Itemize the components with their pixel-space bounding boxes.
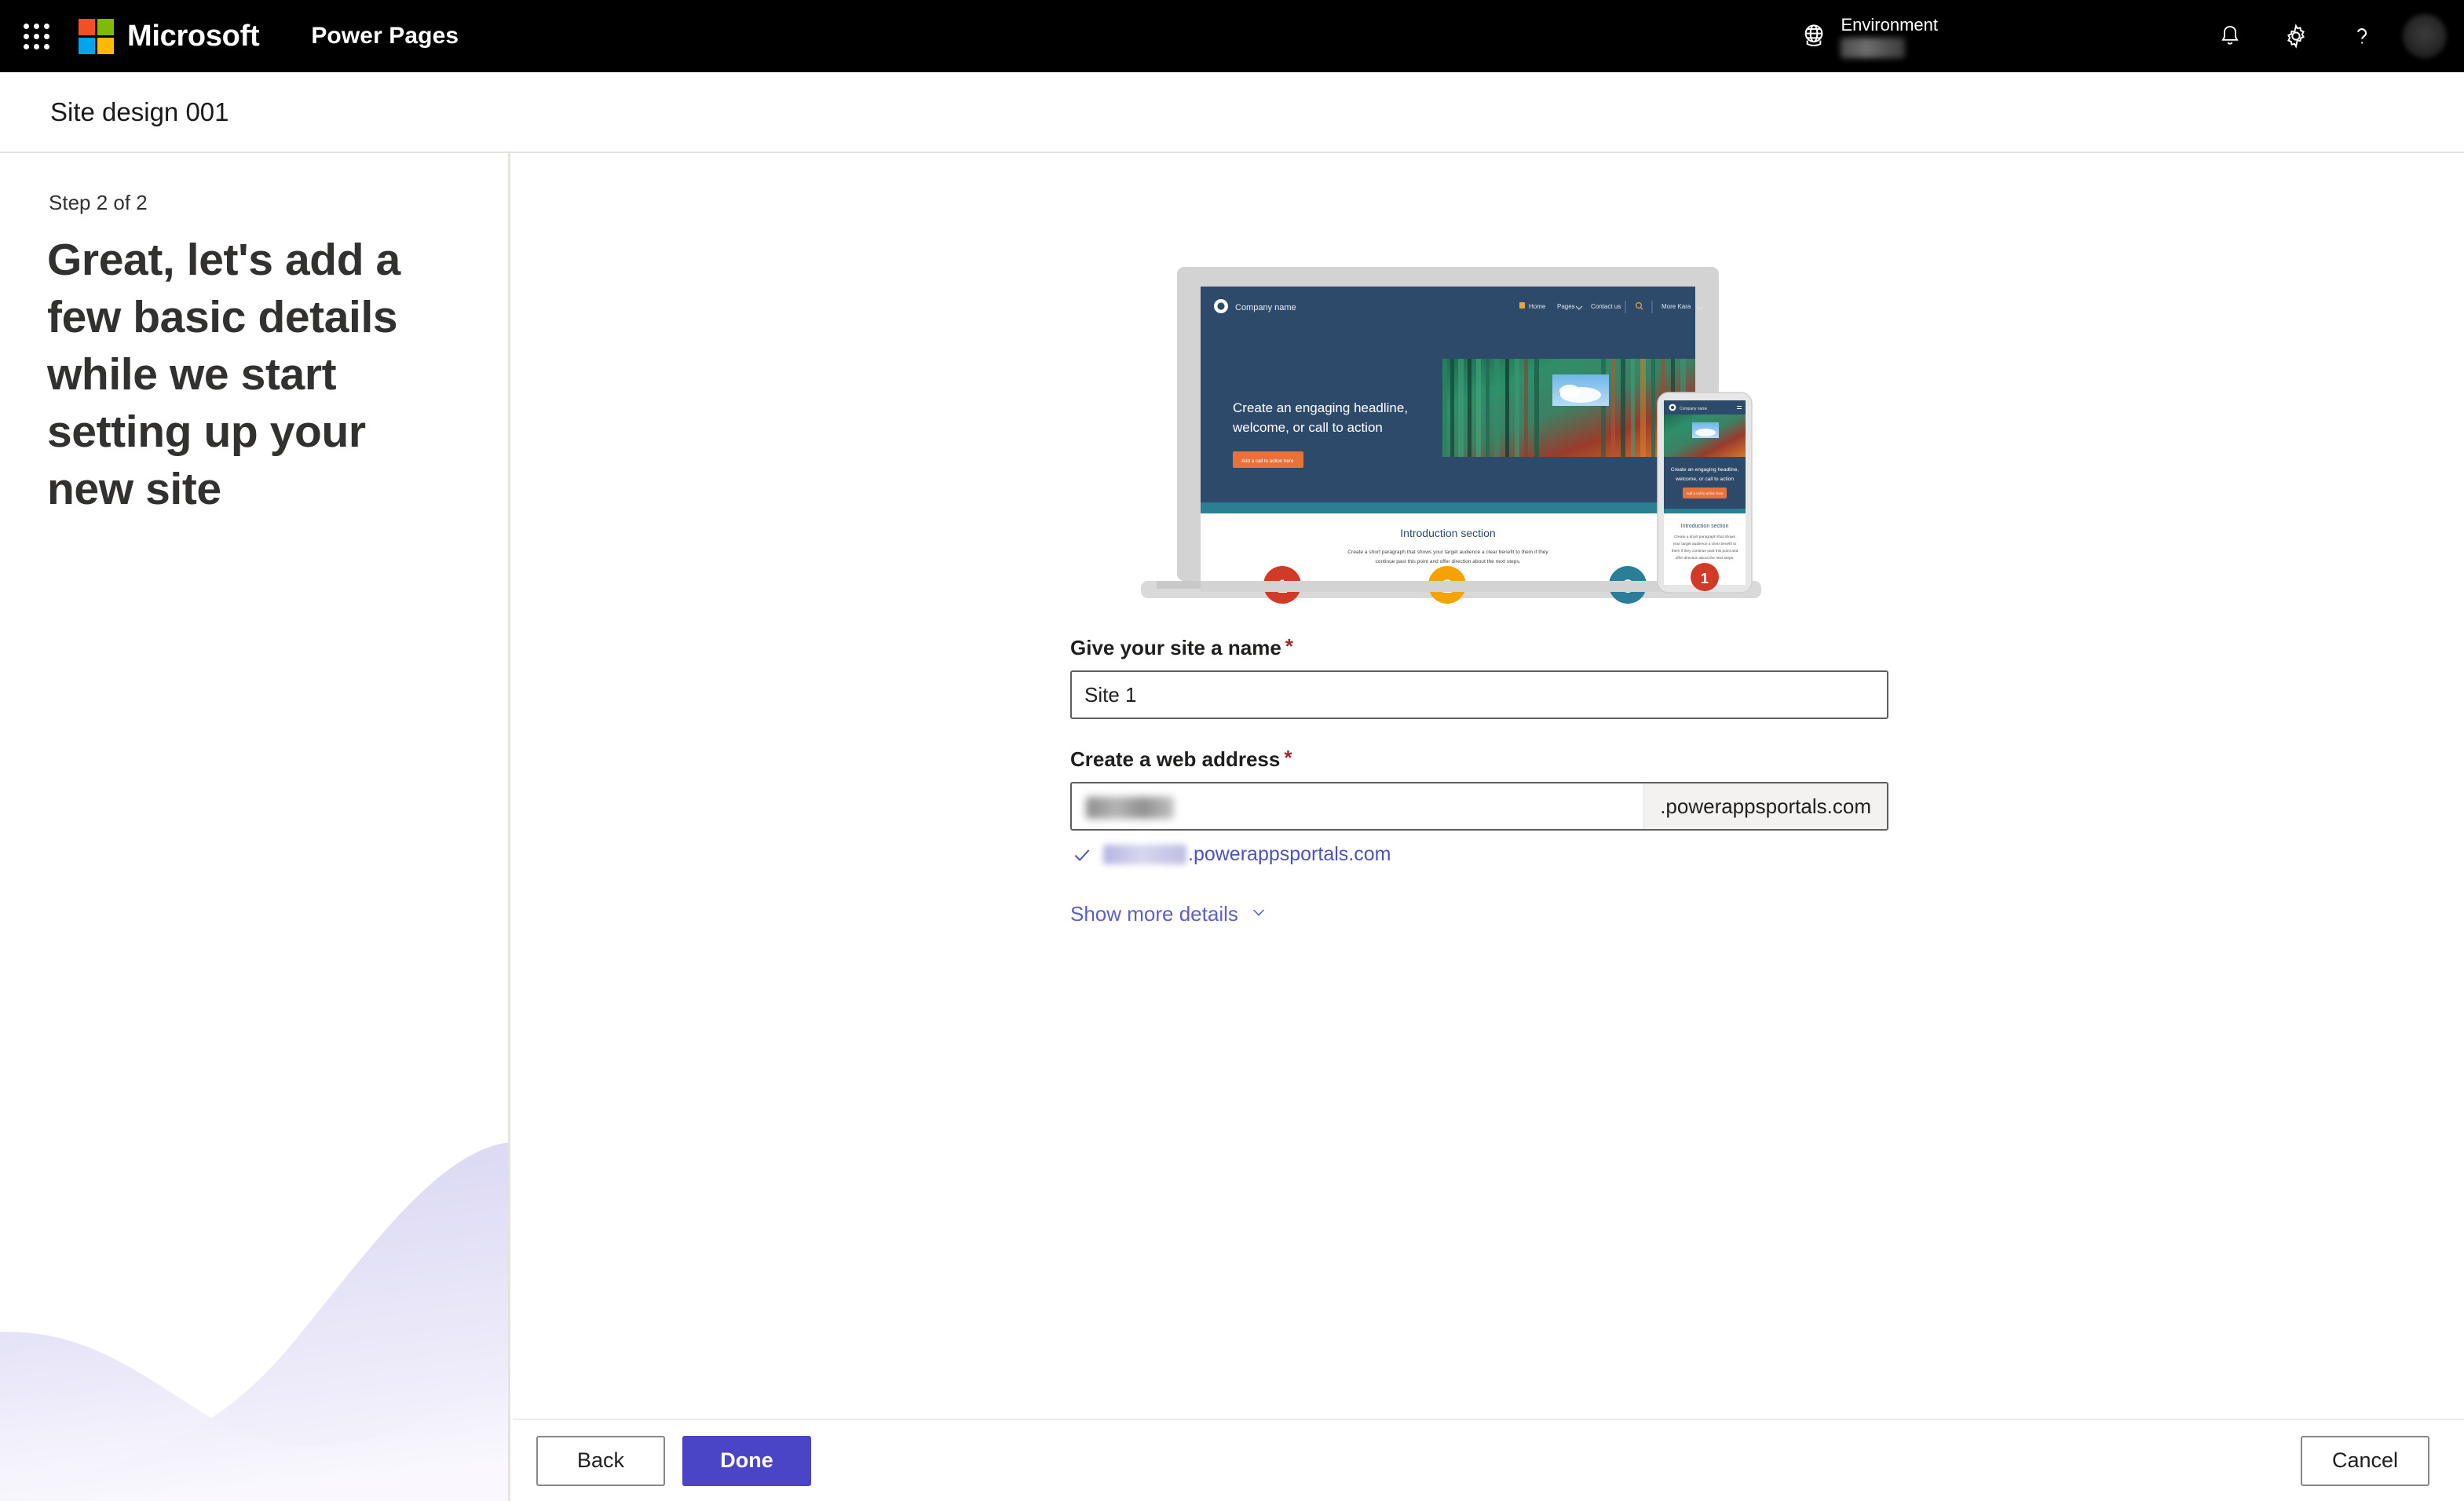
gear-icon (2282, 22, 2310, 50)
avatar[interactable] (2403, 14, 2447, 58)
cancel-button[interactable]: Cancel (2301, 1435, 2429, 1486)
svg-text:More Kara: More Kara (1662, 303, 1691, 310)
svg-text:Add a call to action here: Add a call to action here (1686, 491, 1724, 495)
sub-header: Site design 001 (0, 72, 2464, 153)
svg-text:Create a short paragraph that: Create a short paragraph that shows (1674, 535, 1735, 539)
notifications-button[interactable] (2197, 0, 2263, 72)
web-address-input[interactable] (1072, 783, 1644, 829)
panel-heading: Great, let's add a few basic details whi… (47, 235, 400, 514)
validated-domain-suffix: .powerappsportals.com (1188, 843, 1391, 865)
svg-text:Contact us: Contact us (1591, 303, 1621, 310)
environment-label: Environment (1841, 14, 1938, 35)
web-address-label: Create a web address * (1070, 747, 1891, 772)
svg-text:your target audience a clear b: your target audience a clear benefit to (1673, 542, 1737, 546)
svg-text:Home: Home (1529, 303, 1546, 310)
page-title: Site design 001 (50, 97, 229, 126)
svg-text:continue past this point and o: continue past this point and offer direc… (1376, 559, 1521, 564)
chevron-down-icon (1249, 903, 1268, 926)
web-address-value-redacted (1086, 797, 1174, 819)
settings-button[interactable] (2263, 0, 2329, 72)
show-more-details-label: Show more details (1070, 902, 1238, 926)
svg-text:Company name: Company name (1235, 303, 1296, 312)
microsoft-squares-icon (79, 18, 114, 54)
svg-text:Introduction section: Introduction section (1681, 524, 1729, 529)
left-info-panel: Step 2 of 2 Great, let's add a few basic… (0, 153, 510, 1501)
back-button[interactable]: Back (536, 1435, 665, 1486)
web-address-input-row: .powerappsportals.com (1070, 782, 1888, 831)
environment-selector[interactable]: Environment (1798, 8, 1938, 64)
checkmark-icon (1072, 845, 1092, 865)
web-address-validation-text: .powerappsportals.com (1103, 843, 1391, 866)
question-mark-icon (2348, 22, 2376, 50)
site-name-label-text: Give your site a name (1070, 636, 1281, 659)
site-name-label: Give your site a name * (1070, 636, 1891, 660)
svg-text:Pages: Pages (1557, 303, 1575, 310)
svg-text:Company name: Company name (1680, 407, 1708, 411)
svg-text:welcome, or call to action: welcome, or call to action (1675, 477, 1734, 482)
suite-bar-right-cluster: Environment (1798, 0, 2464, 72)
bell-icon (2217, 23, 2243, 49)
main-content: Company name Home Pages Contact us More … (513, 153, 2464, 1419)
web-address-label-text: Create a web address (1070, 747, 1281, 771)
wizard-footer: Back Done Cancel (513, 1419, 2464, 1501)
help-button[interactable] (2329, 0, 2395, 72)
web-address-domain-suffix: .powerappsportals.com (1643, 783, 1887, 829)
done-button[interactable]: Done (682, 1435, 811, 1486)
decorative-wave-art (0, 1142, 508, 1501)
required-asterisk: * (1284, 746, 1292, 769)
svg-text:Add a call to action here: Add a call to action here (1241, 458, 1294, 464)
svg-text:1: 1 (1701, 571, 1709, 586)
svg-text:Create an engaging headline,: Create an engaging headline, (1671, 467, 1739, 473)
app-name-label[interactable]: Power Pages (311, 23, 459, 49)
required-asterisk: * (1285, 634, 1293, 658)
waffle-grid (23, 23, 49, 49)
environment-text-block: Environment (1841, 8, 1938, 64)
svg-text:offer direction about the next: offer direction about the next steps. (1676, 556, 1735, 561)
globe-icon (1798, 20, 1830, 52)
suite-bar: Microsoft Power Pages Environment (0, 0, 2464, 72)
svg-text:Introduction section: Introduction section (1400, 527, 1495, 539)
svg-text:Create an engaging headline,: Create an engaging headline, (1233, 400, 1408, 415)
microsoft-logo[interactable]: Microsoft (79, 18, 260, 54)
environment-value-redacted (1841, 37, 1906, 58)
app-launcher-icon[interactable] (0, 0, 72, 72)
svg-text:them if they continue past thi: them if they continue past this point an… (1672, 549, 1738, 553)
step-indicator: Step 2 of 2 (49, 191, 148, 214)
site-design-preview-illustration: Company name Home Pages Contact us More … (1141, 267, 1761, 604)
svg-text:welcome, or call to action: welcome, or call to action (1232, 420, 1383, 435)
site-details-form: Give your site a name * Create a web add… (1070, 636, 1891, 955)
web-address-field-group: Create a web address * .powerappsportals… (1070, 747, 1891, 926)
validated-subdomain-redacted (1103, 845, 1186, 864)
show-more-details-toggle[interactable]: Show more details (1070, 902, 1891, 926)
site-name-input[interactable] (1070, 670, 1888, 719)
site-name-field-group: Give your site a name * (1070, 636, 1891, 719)
web-address-validation: .powerappsportals.com (1072, 843, 1891, 866)
svg-text:Create a short paragraph that: Create a short paragraph that shows your… (1347, 550, 1548, 555)
microsoft-wordmark: Microsoft (127, 19, 260, 53)
